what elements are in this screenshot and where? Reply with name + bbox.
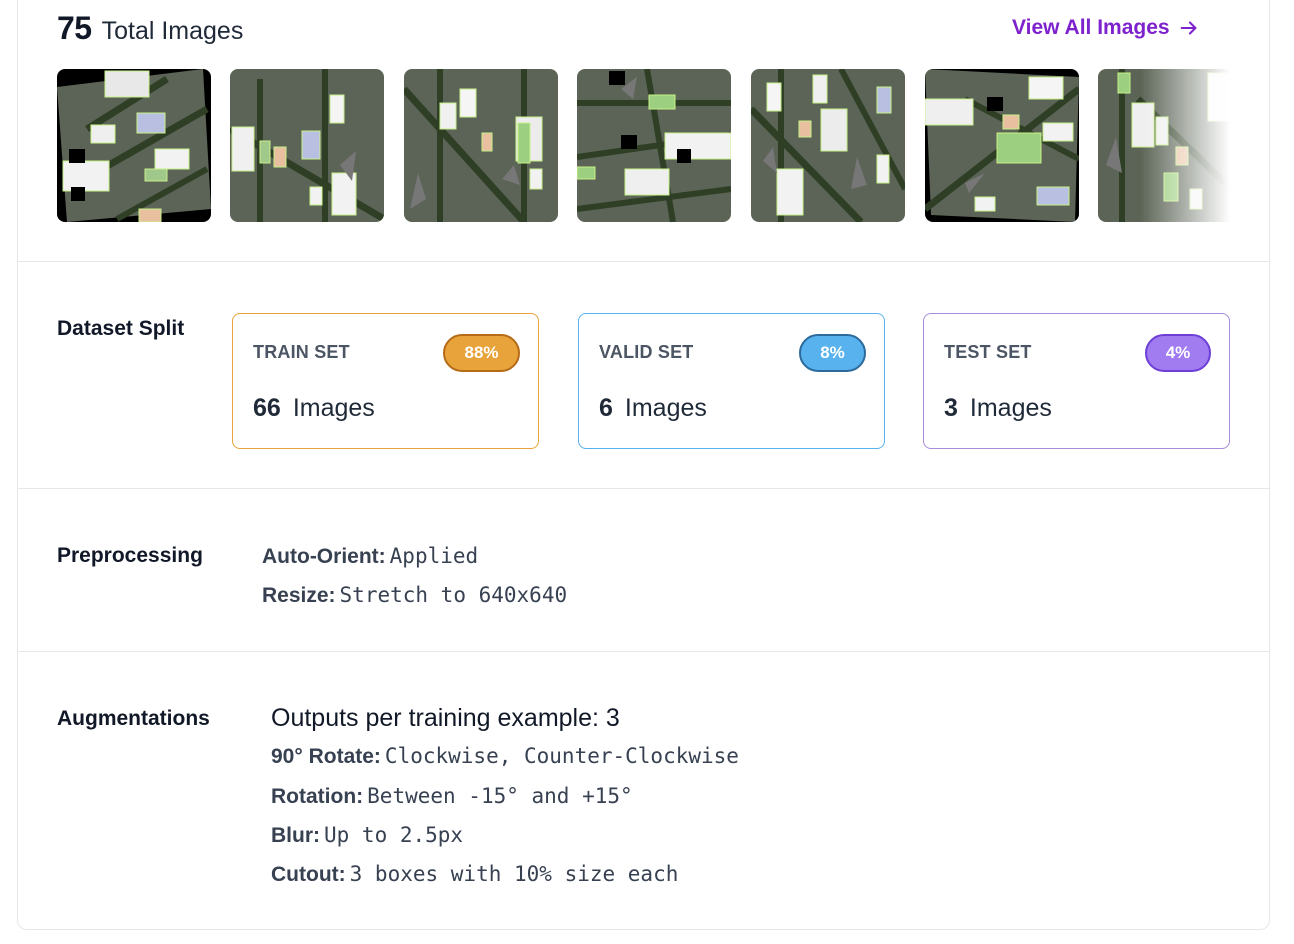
thumbnail-graphic [751,69,905,222]
preprocessing-label: Preprocessing [57,544,203,567]
preprocessing-key: Auto-Orient: [262,545,386,568]
thumbnail-image[interactable] [230,69,384,222]
preprocessing-value: Applied [389,544,479,568]
augmentation-value: Between -15° and +15° [367,784,633,808]
augmentation-value: Up to 2.5px [324,823,464,847]
thumbnail-image[interactable] [925,69,1079,222]
augmentation-key: Blur: [271,824,320,847]
train-count-value: 66 [253,394,281,422]
preprocessing-item: Resize: Stretch to 640x640 [262,583,567,608]
thumbnail-graphic [1098,69,1230,222]
augmentations-label: Augmentations [57,707,210,730]
train-set-title: TRAIN SET [253,342,350,362]
test-percent-badge: 4% [1145,334,1211,372]
augmentation-key: 90° Rotate: [271,745,381,768]
augmentation-value: Clockwise, Counter-Clockwise [384,744,739,768]
outputs-per-example: Outputs per training example: 3 [271,704,620,732]
augmentation-item: Rotation: Between -15° and +15° [271,784,633,809]
test-set-card[interactable]: TEST SET 4% 3 Images [923,313,1230,449]
thumbnail-image[interactable] [404,69,558,222]
thumbnail-image[interactable] [751,69,905,222]
train-count-unit: Images [292,394,375,422]
view-all-images-link[interactable]: View All Images [1012,16,1200,40]
augmentation-key: Cutout: [271,863,346,886]
thumbnail-graphic [577,69,731,222]
divider [18,651,1269,652]
total-images-label: Total Images [101,17,244,45]
augmentation-item: Blur: Up to 2.5px [271,823,463,848]
train-percent-badge: 88% [443,334,520,372]
valid-percent-badge: 8% [799,334,866,372]
divider [18,488,1269,489]
valid-set-title: VALID SET [599,342,694,362]
thumbnail-image[interactable] [57,69,211,222]
valid-set-card[interactable]: VALID SET 8% 6 Images [578,313,885,449]
thumbnail-graphic [925,69,1079,222]
valid-image-count: 6 Images [599,394,707,423]
test-image-count: 3 Images [944,394,1052,423]
thumbnail-graphic [230,69,384,222]
thumbnail-graphic [404,69,558,222]
view-all-images-label: View All Images [1012,16,1170,39]
valid-count-unit: Images [624,394,707,422]
thumbnail-graphic [57,69,211,222]
total-images-heading: 75 Total Images [57,10,243,47]
test-count-unit: Images [969,394,1052,422]
test-set-title: TEST SET [944,342,1032,362]
thumbnail-strip [57,69,1230,222]
test-count-value: 3 [944,394,958,422]
thumbnail-image[interactable] [577,69,731,222]
augmentation-value: 3 boxes with 10% size each [349,862,679,886]
train-image-count: 66 Images [253,394,375,423]
arrow-right-icon [1180,21,1197,35]
dataset-split-label: Dataset Split [57,317,185,340]
thumbnail-image[interactable] [1098,69,1230,222]
augmentation-item: 90° Rotate: Clockwise, Counter-Clockwise [271,744,739,769]
augmentation-item: Cutout: 3 boxes with 10% size each [271,862,678,887]
preprocessing-key: Resize: [262,584,336,607]
augmentation-key: Rotation: [271,785,364,808]
preprocessing-value: Stretch to 640x640 [339,583,568,607]
total-images-count: 75 [57,10,92,46]
valid-count-value: 6 [599,394,613,422]
train-set-card[interactable]: TRAIN SET 88% 66 Images [232,313,539,449]
divider [18,261,1269,262]
preprocessing-item: Auto-Orient: Applied [262,544,478,569]
